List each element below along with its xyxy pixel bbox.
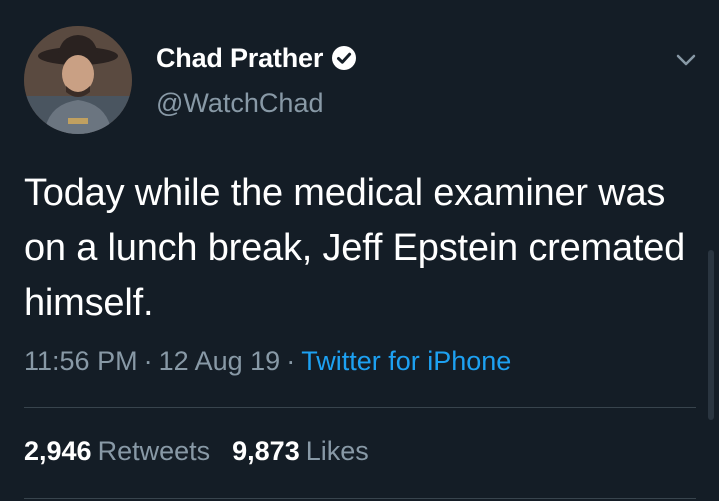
verified-badge-icon	[331, 45, 357, 71]
meta-separator: ·	[143, 346, 153, 376]
divider	[24, 498, 696, 499]
tweet-text: Today while the medical examiner was on …	[24, 172, 686, 324]
avatar-photo-icon	[24, 26, 132, 134]
retweets-count: 2,946	[24, 436, 92, 466]
author-name-row[interactable]: Chad Prather	[156, 40, 357, 76]
likes-stat[interactable]: 9,873 Likes	[232, 436, 369, 466]
retweets-label: Retweets	[97, 436, 211, 466]
divider	[24, 407, 696, 408]
tweet-card: Chad Prather @WatchChad Today while the …	[0, 0, 719, 501]
display-name[interactable]: Chad Prather	[156, 43, 323, 74]
likes-count: 9,873	[232, 436, 300, 466]
tweet-meta: 11:56 PM · 12 Aug 19 · Twitter for iPhone	[24, 346, 511, 377]
tweet-stats: 2,946 Retweets 9,873 Likes	[24, 436, 369, 467]
tweet-source-link[interactable]: Twitter for iPhone	[301, 346, 511, 376]
likes-label: Likes	[305, 436, 369, 466]
avatar[interactable]	[24, 26, 132, 134]
tweet-time[interactable]: 11:56 PM	[24, 346, 138, 376]
tweet-date[interactable]: 12 Aug 19	[159, 346, 281, 376]
author-handle[interactable]: @WatchChad	[156, 88, 323, 119]
retweets-stat[interactable]: 2,946 Retweets	[24, 436, 210, 466]
meta-separator: ·	[286, 346, 296, 376]
scrollbar[interactable]	[708, 250, 714, 420]
chevron-down-icon[interactable]	[672, 46, 700, 74]
